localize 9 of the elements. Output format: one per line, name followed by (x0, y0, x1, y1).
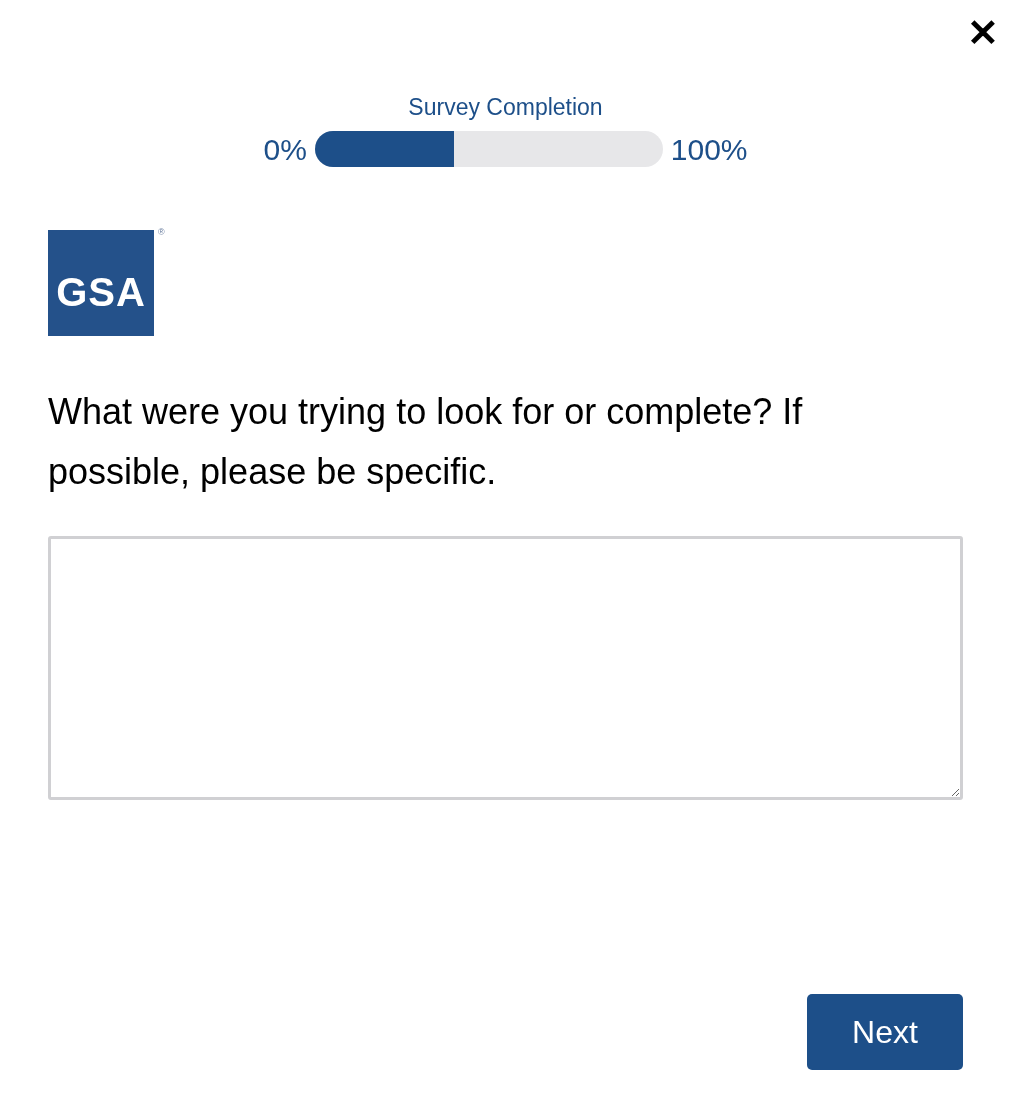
registered-mark: ® (158, 225, 165, 239)
progress-min-label: 0% (263, 131, 307, 168)
close-button[interactable]: ✕ (963, 12, 1003, 54)
answer-field[interactable] (48, 535, 963, 800)
question-text: What were you trying to look for or complete? If possible, please be specific. (48, 389, 804, 494)
logo: GSA (48, 229, 154, 336)
next-button[interactable]: Next (807, 994, 963, 1070)
progress-title: Survey Completion (407, 93, 604, 122)
progress-max-label: 100% (670, 131, 748, 168)
